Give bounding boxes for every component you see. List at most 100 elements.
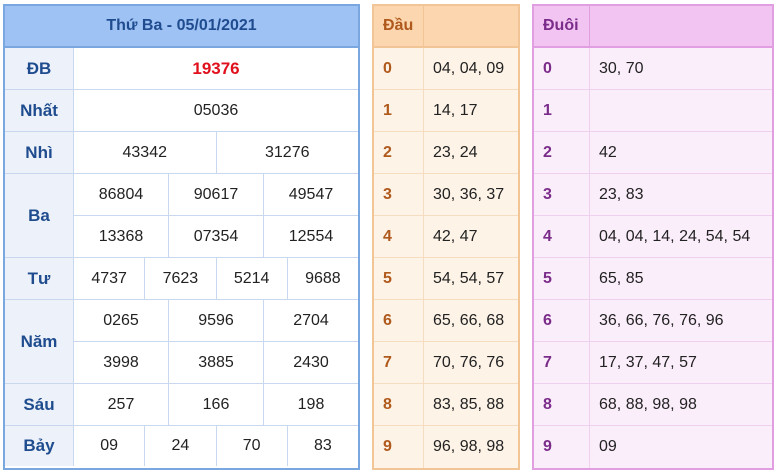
tail-digit-row: 5 65, 85 [534,258,772,300]
head-digit-row: 6 65, 66, 68 [374,300,518,342]
loto-values: 65, 66, 68 [433,311,505,329]
tail-digit-row: 0 30, 70 [534,48,772,90]
digit: 3 [374,174,424,215]
prize-number: 90617 [169,174,264,215]
prize-number: 83 [313,437,332,454]
prize-number: 2704 [293,311,329,329]
digit: 3 [534,174,590,215]
prize-label: Năm [5,300,74,383]
prize-number: 43342 [74,132,217,173]
loto-values: 09 [599,438,617,455]
prize-number: 9688 [305,269,341,287]
loto-values: 04, 04, 09 [433,59,505,77]
digit: 9 [374,426,424,468]
head-digit-row: 0 04, 04, 09 [374,48,518,90]
prize-number: 09 [74,426,146,466]
prize-number: 13368 [74,216,169,257]
digit: 2 [534,132,590,173]
prize-number: 2430 [293,353,329,371]
prize-number: 3998 [74,342,169,383]
head-digit-row: 5 54, 54, 57 [374,258,518,300]
prize-number: 0265 [74,300,169,341]
prize-label: Tư [5,258,74,299]
tail-digit-row: 7 17, 37, 47, 57 [534,342,772,384]
prize-label: Sáu [5,384,74,425]
loto-values: 36, 66, 76, 76, 96 [599,311,724,329]
loto-values: 30, 36, 37 [433,185,505,203]
loto-values: 14, 17 [433,101,478,119]
digit: 0 [534,48,590,89]
loto-values: 68, 88, 98, 98 [599,395,697,413]
loto-values: 65, 85 [599,269,644,287]
special-prize-number: 19376 [192,58,240,78]
loto-values [590,90,772,131]
head-digit-row: 8 83, 85, 88 [374,384,518,426]
tail-digit-row: 3 23, 83 [534,174,772,216]
head-digit-row: 2 23, 24 [374,132,518,174]
prize-number: 70 [217,426,288,466]
loto-values: 42 [599,143,617,161]
head-digit-row: 4 42, 47 [374,216,518,258]
digit: 5 [534,258,590,299]
tail-digit-header-label: Đuôi [534,6,590,46]
tail-digit-row: 9 09 [534,426,772,468]
loto-values: 96, 98, 98 [433,438,505,455]
prize-number: 07354 [169,216,264,257]
prize-number: 198 [297,395,325,413]
prize-number: 49547 [288,185,334,203]
prize-label: Bảy [5,426,74,466]
prize-number: 257 [74,384,169,425]
digit: 2 [374,132,424,173]
head-digit-header: Đầu [374,6,518,48]
digit: 6 [374,300,424,341]
tail-digit-row: 6 36, 66, 76, 76, 96 [534,300,772,342]
prize-row-nhi: Nhì 43342 31276 [5,132,358,174]
digit: 1 [374,90,424,131]
tail-digit-row: 2 42 [534,132,772,174]
prize-row-tu: Tư 4737 7623 5214 9688 [5,258,358,300]
prize-number: 31276 [265,143,310,161]
loto-values: 04, 04, 14, 24, 54, 54 [599,227,751,245]
prize-label: Ba [5,174,74,257]
prize-number: 12554 [288,227,334,245]
prize-label: ĐB [5,48,74,89]
prize-number: 9596 [169,300,264,341]
digit: 4 [534,216,590,257]
digit: 9 [534,426,590,468]
loto-values: 54, 54, 57 [433,269,505,287]
head-digit-row: 3 30, 36, 37 [374,174,518,216]
digit: 5 [374,258,424,299]
prize-row-sau: Sáu 257 166 198 [5,384,358,426]
prize-row-nam: Năm 0265 9596 2704 3998 3885 2430 [5,300,358,384]
loto-values: 17, 37, 47, 57 [599,353,697,371]
prize-row-nhat: Nhất 05036 [5,90,358,132]
tail-digit-header: Đuôi [534,6,772,48]
loto-values: 42, 47 [433,227,478,245]
tail-digit-row: 1 [534,90,772,132]
digit: 0 [374,48,424,89]
digit: 1 [534,90,590,131]
head-digit-table: Đầu 0 04, 04, 09 1 14, 17 2 23, 24 3 30, 36,… [372,4,520,470]
loto-values: 23, 24 [433,143,478,161]
prize-number: 4737 [74,258,146,299]
loto-values: 23, 83 [599,185,644,203]
digit: 7 [534,342,590,383]
digit: 6 [534,300,590,341]
tail-digit-row: 4 04, 04, 14, 24, 54, 54 [534,216,772,258]
tail-digit-row: 8 68, 88, 98, 98 [534,384,772,426]
results-title: Thứ Ba - 05/01/2021 [5,6,358,48]
digit: 8 [534,384,590,425]
prize-number: 7623 [145,258,217,299]
prize-number: 5214 [217,258,288,299]
head-digit-row: 9 96, 98, 98 [374,426,518,468]
digit: 4 [374,216,424,257]
loto-values: 83, 85, 88 [433,395,505,413]
prize-number: 3885 [169,342,264,383]
results-table: Thứ Ba - 05/01/2021 ĐB 19376 Nhất 05036 … [3,4,360,470]
loto-values: 70, 76, 76 [433,353,505,371]
tail-digit-table: Đuôi 0 30, 70 1 2 42 3 23, 83 4 04, 04, 14, … [532,4,774,470]
prize-number: 86804 [74,174,169,215]
prize-number: 24 [145,426,217,466]
loto-values: 30, 70 [599,59,644,77]
prize-label: Nhất [5,90,74,131]
